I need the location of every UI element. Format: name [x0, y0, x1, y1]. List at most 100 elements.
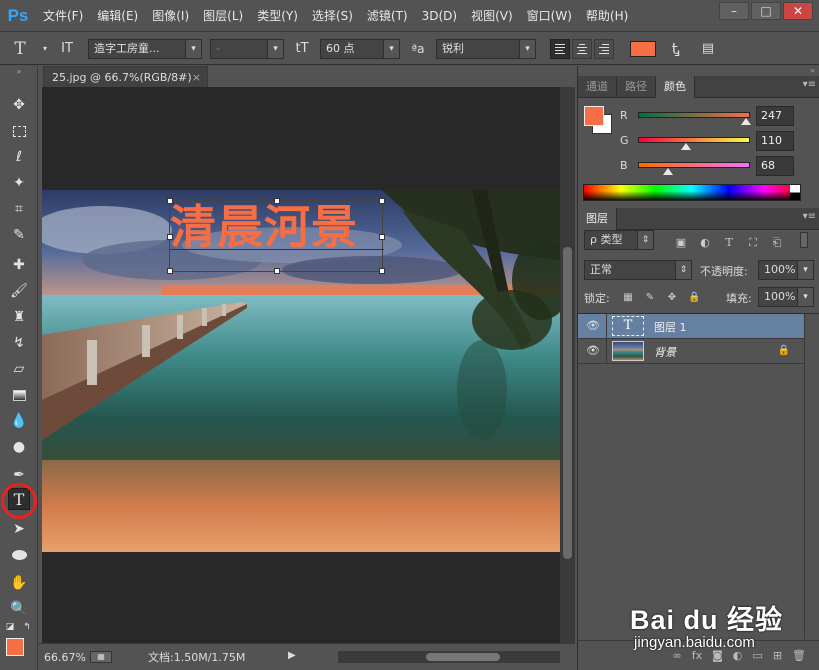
font-style-select[interactable]: - ▾ [210, 38, 284, 59]
character-panel-icon[interactable]: ▤ [696, 38, 720, 60]
menu-view[interactable]: 视图(V) [464, 0, 520, 32]
transform-handle[interactable] [379, 198, 385, 204]
status-menu-arrow-icon[interactable]: ▶ [288, 650, 296, 661]
antialias-select[interactable]: 锐利 ▾ [436, 38, 536, 59]
layers-scrollbar[interactable] [804, 314, 819, 639]
zoom-level[interactable]: 66.67% [44, 651, 90, 664]
layer-row[interactable]: 👁 T 图层 1 [578, 314, 804, 339]
lasso-tool-icon[interactable]: ℓ [8, 146, 30, 168]
black-white-ramp[interactable] [790, 185, 800, 200]
layer-name[interactable]: 背景 [654, 344, 676, 360]
align-left-button[interactable] [550, 38, 570, 59]
green-value-input[interactable]: 110 [756, 131, 794, 151]
align-right-button[interactable] [594, 38, 614, 59]
status-info-icon[interactable]: ▦ [90, 651, 112, 663]
lock-all-icon[interactable]: 🔒 [688, 292, 700, 304]
font-family-select[interactable]: 造字工房童... ▾ [88, 38, 202, 59]
zoom-tool-icon[interactable]: 🔍 [8, 598, 30, 620]
blue-slider-track[interactable] [638, 162, 750, 168]
green-slider-knob[interactable] [681, 143, 692, 150]
transform-handle[interactable] [167, 268, 173, 274]
menu-help[interactable]: 帮助(H) [579, 0, 635, 32]
menu-edit[interactable]: 编辑(E) [90, 0, 145, 32]
align-center-button[interactable] [572, 38, 592, 59]
transform-handle[interactable] [379, 268, 385, 274]
lock-image-icon[interactable]: ✎ [644, 292, 656, 304]
blur-tool-icon[interactable]: 💧 [8, 410, 30, 432]
eyedropper-tool-icon[interactable]: ✎ [8, 224, 30, 246]
close-button[interactable]: ✕ [783, 2, 813, 20]
maximize-button[interactable]: □ [751, 2, 781, 20]
opacity-input[interactable]: 100% ▾ [758, 260, 814, 280]
horizontal-scrollbar[interactable] [338, 651, 560, 663]
horizontal-scroll-thumb[interactable] [426, 653, 500, 661]
gradient-tool-icon[interactable] [8, 384, 30, 406]
menu-3d[interactable]: 3D(D) [415, 0, 464, 32]
close-tab-icon[interactable]: × [192, 67, 201, 88]
filter-smart-object-icon[interactable]: ⎗ [770, 236, 784, 250]
brush-tool-icon[interactable]: 🖌 [8, 280, 30, 302]
blue-value-input[interactable]: 68 [756, 156, 794, 176]
tab-layers[interactable]: 图层 [578, 208, 617, 230]
filter-adjustment-icon[interactable]: ◐ [698, 236, 712, 250]
text-orientation-icon[interactable]: IT [50, 38, 84, 60]
transform-handle[interactable] [274, 268, 280, 274]
transform-handle[interactable] [274, 198, 280, 204]
minimize-button[interactable]: – [719, 2, 749, 20]
filter-pixel-icon[interactable]: ▣ [674, 236, 688, 250]
hand-tool-icon[interactable]: ✋ [8, 572, 30, 594]
font-size-select[interactable]: 60 点 ▾ [320, 38, 400, 59]
magic-wand-tool-icon[interactable]: ✦ [8, 172, 30, 194]
color-panel-foreground-swatch[interactable] [584, 106, 604, 126]
green-slider-track[interactable] [638, 137, 750, 143]
menu-file[interactable]: 文件(F) [36, 0, 90, 32]
default-colors-icon[interactable]: ◪ [5, 622, 15, 632]
panel-menu-icon[interactable]: ▾≡ [803, 79, 816, 90]
red-value-input[interactable]: 247 [756, 106, 794, 126]
foreground-color-swatch[interactable] [6, 638, 24, 656]
layer-filter-select[interactable]: ρ 类型 ⇕ [584, 230, 654, 250]
filter-type-icon[interactable]: T [722, 236, 736, 250]
eraser-tool-icon[interactable]: ▱ [8, 358, 30, 380]
blue-slider-knob[interactable] [662, 168, 673, 175]
canvas-text-layer[interactable]: 清晨河景 [170, 201, 384, 253]
tab-channels[interactable]: 通道 [578, 76, 617, 98]
color-spectrum-ramp[interactable] [583, 184, 801, 201]
transform-handle[interactable] [167, 234, 173, 240]
move-tool-icon[interactable]: ✥ [8, 94, 30, 116]
vertical-scrollbar[interactable] [560, 87, 575, 643]
warp-text-icon[interactable]: Ꮏ [656, 38, 696, 60]
tab-color[interactable]: 颜色 [656, 76, 695, 98]
crop-tool-icon[interactable]: ⌗ [8, 198, 30, 220]
canvas-area[interactable]: 清晨河景 [42, 87, 560, 643]
vertical-scroll-thumb[interactable] [563, 247, 572, 559]
menu-layer[interactable]: 图层(L) [196, 0, 250, 32]
menu-type[interactable]: 类型(Y) [250, 0, 305, 32]
panel-menu-icon[interactable]: ▾≡ [803, 211, 816, 222]
document-tab[interactable]: 25.jpg @ 66.7%(RGB/8#) × [43, 66, 208, 87]
history-brush-tool-icon[interactable]: ↯ [8, 332, 30, 354]
menu-filter[interactable]: 滤镜(T) [360, 0, 415, 32]
marquee-tool-icon[interactable] [8, 120, 30, 142]
swap-colors-icon[interactable]: ↰ [22, 622, 32, 632]
dodge-tool-icon[interactable]: ● [8, 436, 30, 458]
menu-window[interactable]: 窗口(W) [520, 0, 579, 32]
tab-paths[interactable]: 路径 [617, 76, 656, 98]
lock-transparent-icon[interactable]: ▦ [622, 292, 634, 304]
red-slider-track[interactable] [638, 112, 750, 118]
transform-handle[interactable] [167, 198, 173, 204]
eye-icon[interactable]: 👁 [586, 320, 600, 332]
blend-mode-select[interactable]: 正常 ⇕ [584, 260, 692, 280]
clone-stamp-tool-icon[interactable]: ♜ [8, 306, 30, 328]
filter-toggle-switch[interactable] [800, 232, 808, 248]
panel-dock-collapse-icon[interactable]: » [810, 66, 815, 75]
text-color-swatch[interactable] [630, 40, 656, 57]
menu-select[interactable]: 选择(S) [305, 0, 360, 32]
layer-name[interactable]: 图层 1 [654, 319, 687, 335]
type-tool-preset-icon[interactable]: T [0, 38, 40, 60]
healing-brush-tool-icon[interactable]: ✚ [8, 254, 30, 276]
eye-icon[interactable]: 👁 [586, 345, 600, 357]
path-selection-tool-icon[interactable]: ➤ [8, 518, 30, 540]
layer-row[interactable]: 👁 背景 🔒 [578, 339, 804, 364]
menu-image[interactable]: 图像(I) [145, 0, 196, 32]
